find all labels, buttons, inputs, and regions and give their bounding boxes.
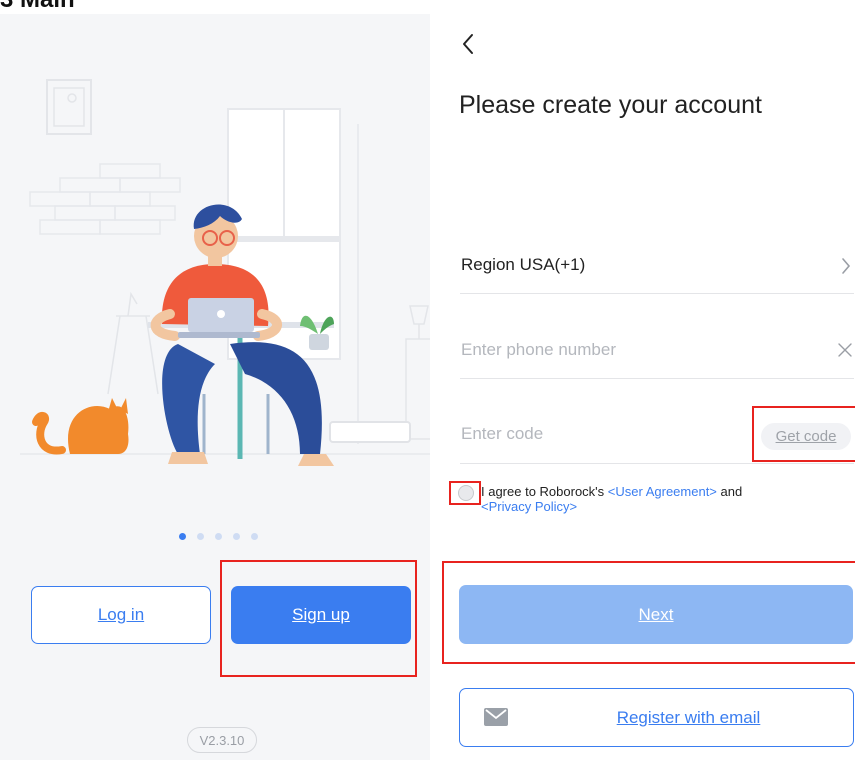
chevron-right-icon xyxy=(842,258,851,274)
carousel-dot[interactable] xyxy=(215,533,222,540)
privacy-policy-link[interactable]: <Privacy Policy> xyxy=(481,499,577,514)
region-selector[interactable]: Region USA(+1) xyxy=(460,245,854,294)
register-with-email-button[interactable]: Register with email xyxy=(459,688,854,747)
carousel-dot[interactable] xyxy=(251,533,258,540)
phone-placeholder: Enter phone number xyxy=(461,340,616,359)
user-agreement-link[interactable]: <User Agreement> xyxy=(608,484,717,499)
code-placeholder: Enter code xyxy=(461,424,544,443)
room-illustration xyxy=(20,79,430,466)
annotation-box-signup xyxy=(220,560,417,677)
agreement-conjunction: and xyxy=(716,484,743,499)
close-icon[interactable] xyxy=(838,343,852,357)
region-label: Region USA(+1) xyxy=(461,255,586,274)
agreement-prefix: I agree to Roborock's xyxy=(481,484,608,499)
annotation-box-get-code xyxy=(752,406,855,462)
annotation-box-next xyxy=(442,561,855,664)
carousel-dots[interactable] xyxy=(179,533,258,540)
page-heading-partial: 3 Main xyxy=(0,0,75,14)
email-button-label: Register with email xyxy=(616,707,761,727)
version-label: V2.3.10 xyxy=(187,727,257,753)
annotation-box-checkbox xyxy=(449,481,481,505)
login-button[interactable]: Log in xyxy=(31,586,211,644)
carousel-dot[interactable] xyxy=(179,533,186,540)
carousel-dot[interactable] xyxy=(233,533,240,540)
chevron-left-icon[interactable] xyxy=(459,30,479,58)
page-title: Please create your account xyxy=(459,91,762,119)
carousel-dot[interactable] xyxy=(197,533,204,540)
agreement-text: I agree to Roborock's <User Agreement> a… xyxy=(481,484,841,514)
phone-input[interactable]: Enter phone number xyxy=(460,330,854,379)
